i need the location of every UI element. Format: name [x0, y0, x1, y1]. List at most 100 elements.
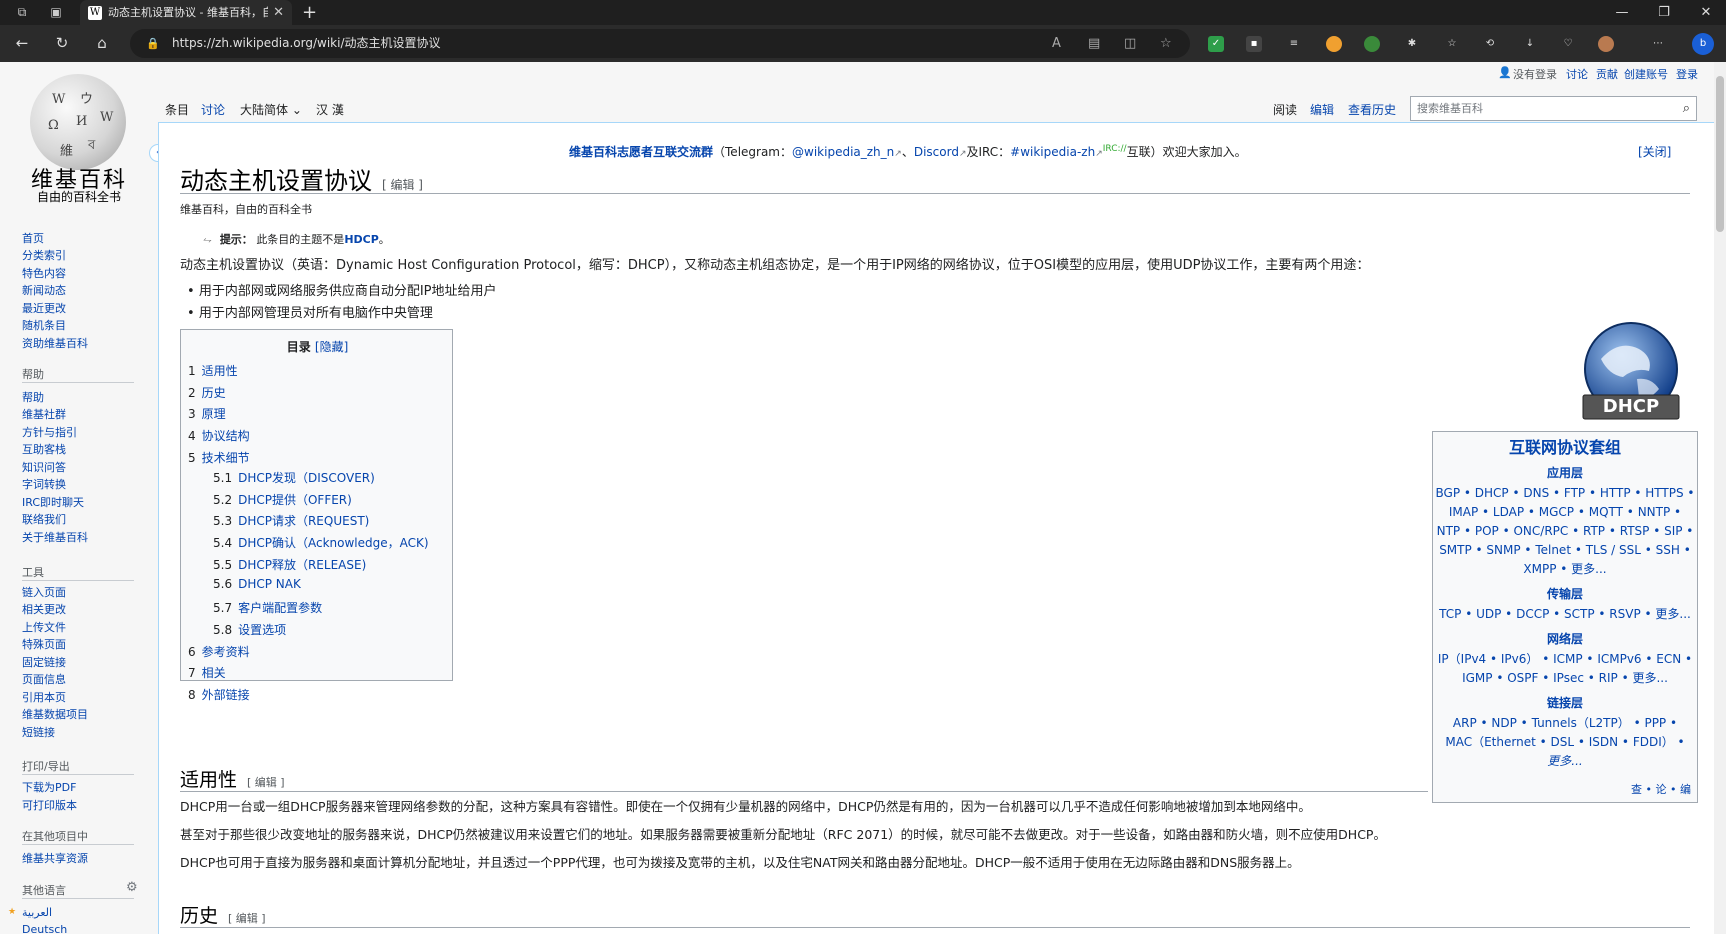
- sidebar-language-item[interactable]: Deutsch: [22, 923, 67, 934]
- toc-item[interactable]: 5.1 DHCP发现（DISCOVER): [213, 469, 375, 486]
- sidebar-item[interactable]: 关于维基百科: [22, 529, 88, 545]
- navbox-links[interactable]: NTP • POP • ONC/RPC • RTP • RTSP • SIP •: [1433, 522, 1697, 541]
- sidebar-item[interactable]: 维基数据项目: [22, 706, 88, 722]
- create-account-link[interactable]: 创建账号: [1624, 66, 1668, 82]
- notice-close-link[interactable]: [关闭]: [1638, 143, 1671, 160]
- navbox-links[interactable]: IGMP • OSPF • IPsec • RIP • 更多...: [1433, 669, 1697, 688]
- sidebar-item[interactable]: 字词转换: [22, 476, 66, 492]
- back-icon[interactable]: ←: [12, 35, 32, 51]
- notice-link-irc[interactable]: #wikipedia-zh: [1010, 145, 1095, 159]
- navbox-title[interactable]: 互联网协议套组: [1433, 438, 1697, 457]
- variant-dropdown[interactable]: 大陆简体 ⌄: [240, 98, 302, 122]
- toc-item[interactable]: 5.4 DHCP确认（Acknowledge，ACK): [213, 534, 429, 551]
- navbox-section-heading[interactable]: 应用层: [1433, 464, 1697, 483]
- downloads-icon[interactable]: ↓: [1522, 36, 1538, 52]
- tab-talk[interactable]: 讨论: [201, 98, 225, 122]
- sidebar-item[interactable]: 相关更改: [22, 601, 66, 617]
- sidebar-item[interactable]: 特殊页面: [22, 636, 66, 652]
- navbox-links[interactable]: ARP • NDP • Tunnels（L2TP） • PPP •: [1433, 714, 1697, 733]
- sidebar-item[interactable]: 新闻动态: [22, 282, 66, 298]
- navbox-section-heading[interactable]: 网络层: [1433, 630, 1697, 649]
- shield-extension-icon[interactable]: ✓: [1208, 36, 1224, 52]
- profile-avatar[interactable]: [1598, 36, 1614, 52]
- toc-item[interactable]: 5.7 客户端配置参数: [213, 599, 322, 616]
- sidebar-item[interactable]: 特色内容: [22, 265, 66, 281]
- favorite-star-icon[interactable]: ☆: [1160, 29, 1172, 58]
- read-aloud-icon[interactable]: A: [1052, 29, 1061, 58]
- personal-talk-link[interactable]: 讨论: [1566, 66, 1588, 82]
- sidebar-item[interactable]: 固定链接: [22, 654, 66, 670]
- toc-item[interactable]: 5.3 DHCP请求（REQUEST): [213, 512, 369, 529]
- contributions-link[interactable]: 贡献: [1596, 66, 1618, 82]
- login-link[interactable]: 登录: [1676, 66, 1698, 82]
- performance-icon[interactable]: ♡: [1560, 36, 1576, 52]
- navbox-links[interactable]: IP（IPv4 • IPv6） • ICMP • ICMPv6 • ECN •: [1433, 650, 1697, 669]
- restore-icon[interactable]: ❐: [1646, 0, 1682, 25]
- tab-edit[interactable]: 编辑: [1310, 98, 1334, 122]
- close-tab-icon[interactable]: ✕: [273, 0, 284, 25]
- navbox-section-heading[interactable]: 链接层: [1433, 694, 1697, 713]
- sidebar-item[interactable]: 短链接: [22, 724, 55, 740]
- section-edit-link[interactable]: [ 编辑 ]: [247, 776, 285, 789]
- toc-item[interactable]: 5.6 DHCP NAK: [213, 577, 301, 591]
- toc-item[interactable]: 3 原理: [188, 405, 226, 422]
- browser-tab-active[interactable]: W 动态主机设置协议 - 维基百科，自 ✕: [80, 0, 292, 25]
- history-icon[interactable]: ⟲: [1482, 36, 1498, 52]
- workspaces-icon[interactable]: ⧉: [14, 4, 30, 20]
- navbox-links[interactable]: SMTP • SNMP • Telnet • TLS / SSL • SSH •: [1433, 541, 1697, 560]
- favorites-icon[interactable]: ☆: [1444, 36, 1460, 52]
- tab-actions-icon[interactable]: ▣: [48, 4, 64, 20]
- sidebar-item[interactable]: 知识问答: [22, 459, 66, 475]
- sidebar-item[interactable]: 帮助: [22, 389, 44, 405]
- toc-item[interactable]: 8 外部链接: [188, 686, 250, 703]
- sidebar-item[interactable]: IRC即时聊天: [22, 494, 84, 510]
- sidebar-item[interactable]: 联络我们: [22, 511, 66, 527]
- toc-hide-link[interactable]: [隐藏]: [315, 340, 348, 354]
- language-settings-gear-icon[interactable]: ⚙: [126, 880, 138, 895]
- toc-item[interactable]: 6 参考资料: [188, 643, 250, 660]
- sidebar-item[interactable]: 最近更改: [22, 300, 66, 316]
- sidebar-item[interactable]: 下载为PDF: [22, 779, 76, 795]
- tab-history[interactable]: 查看历史: [1348, 98, 1396, 122]
- wikipedia-globe-logo[interactable]: WウΩИW維ব: [30, 74, 126, 170]
- split-screen-icon[interactable]: ◫: [1124, 29, 1136, 58]
- refresh-icon[interactable]: ↻: [52, 35, 72, 51]
- orange-extension-icon[interactable]: [1326, 36, 1342, 52]
- sidebar-language-item[interactable]: العربية: [22, 906, 52, 919]
- sidebar-item[interactable]: 页面信息: [22, 671, 66, 687]
- toc-item[interactable]: 5.2 DHCP提供（OFFER): [213, 491, 352, 508]
- sidebar-item[interactable]: 维基共享资源: [22, 850, 88, 866]
- tab-article[interactable]: 条目: [165, 98, 189, 122]
- minimize-icon[interactable]: —: [1604, 0, 1640, 25]
- toc-item[interactable]: 4 协议结构: [188, 427, 250, 444]
- navbox-links[interactable]: MAC（Ethernet • DSL • ISDN • FDDI） •: [1433, 733, 1697, 752]
- navbox-section-heading[interactable]: 传输层: [1433, 585, 1697, 604]
- tab-read[interactable]: 阅读: [1273, 98, 1297, 122]
- scrollbar-thumb[interactable]: [1716, 76, 1724, 232]
- sidebar-item[interactable]: 互助客栈: [22, 441, 66, 457]
- navbox-links[interactable]: IMAP • LDAP • MGCP • MQTT • NNTP •: [1433, 503, 1697, 522]
- sidebar-item[interactable]: 引用本页: [22, 689, 66, 705]
- search-input[interactable]: 搜索维基百科 ⌕: [1410, 96, 1697, 121]
- toc-item[interactable]: 1 适用性: [188, 362, 238, 379]
- sidebar-item[interactable]: 随机条目: [22, 317, 66, 333]
- sidebar-item[interactable]: 维基社群: [22, 406, 66, 422]
- navbox-links[interactable]: TCP • UDP • DCCP • SCTP • RSVP • 更多...: [1433, 605, 1697, 624]
- notice-link-volunteers[interactable]: 维基百科志愿者互联交流群: [569, 145, 713, 159]
- notice-link-telegram[interactable]: @wikipedia_zh_n: [792, 145, 894, 159]
- hanzi-toggle[interactable]: 汉 漢: [316, 98, 344, 122]
- more-menu-icon[interactable]: ⋯: [1650, 36, 1666, 52]
- close-window-icon[interactable]: ✕: [1688, 0, 1724, 25]
- sidebar-item[interactable]: 分类索引: [22, 247, 66, 263]
- sidebar-item[interactable]: 可打印版本: [22, 797, 77, 813]
- navbox-links[interactable]: BGP • DHCP • DNS • FTP • HTTP • HTTPS •: [1433, 484, 1697, 503]
- sidebar-item[interactable]: 方针与指引: [22, 424, 77, 440]
- toc-item[interactable]: 7 相关: [188, 664, 226, 681]
- database-extension-icon[interactable]: ≡: [1286, 36, 1302, 52]
- url-bar[interactable]: 🔒 https://zh.wikipedia.org/wiki/动态主机设置协议…: [130, 29, 1190, 58]
- navbox-links[interactable]: XMPP • 更多...: [1433, 560, 1697, 579]
- title-edit-link[interactable]: [ 编辑 ]: [382, 178, 423, 192]
- notice-link-discord[interactable]: Discord: [914, 145, 959, 159]
- new-tab-icon[interactable]: +: [302, 0, 317, 25]
- section-edit-link[interactable]: [ 编辑 ]: [228, 912, 266, 925]
